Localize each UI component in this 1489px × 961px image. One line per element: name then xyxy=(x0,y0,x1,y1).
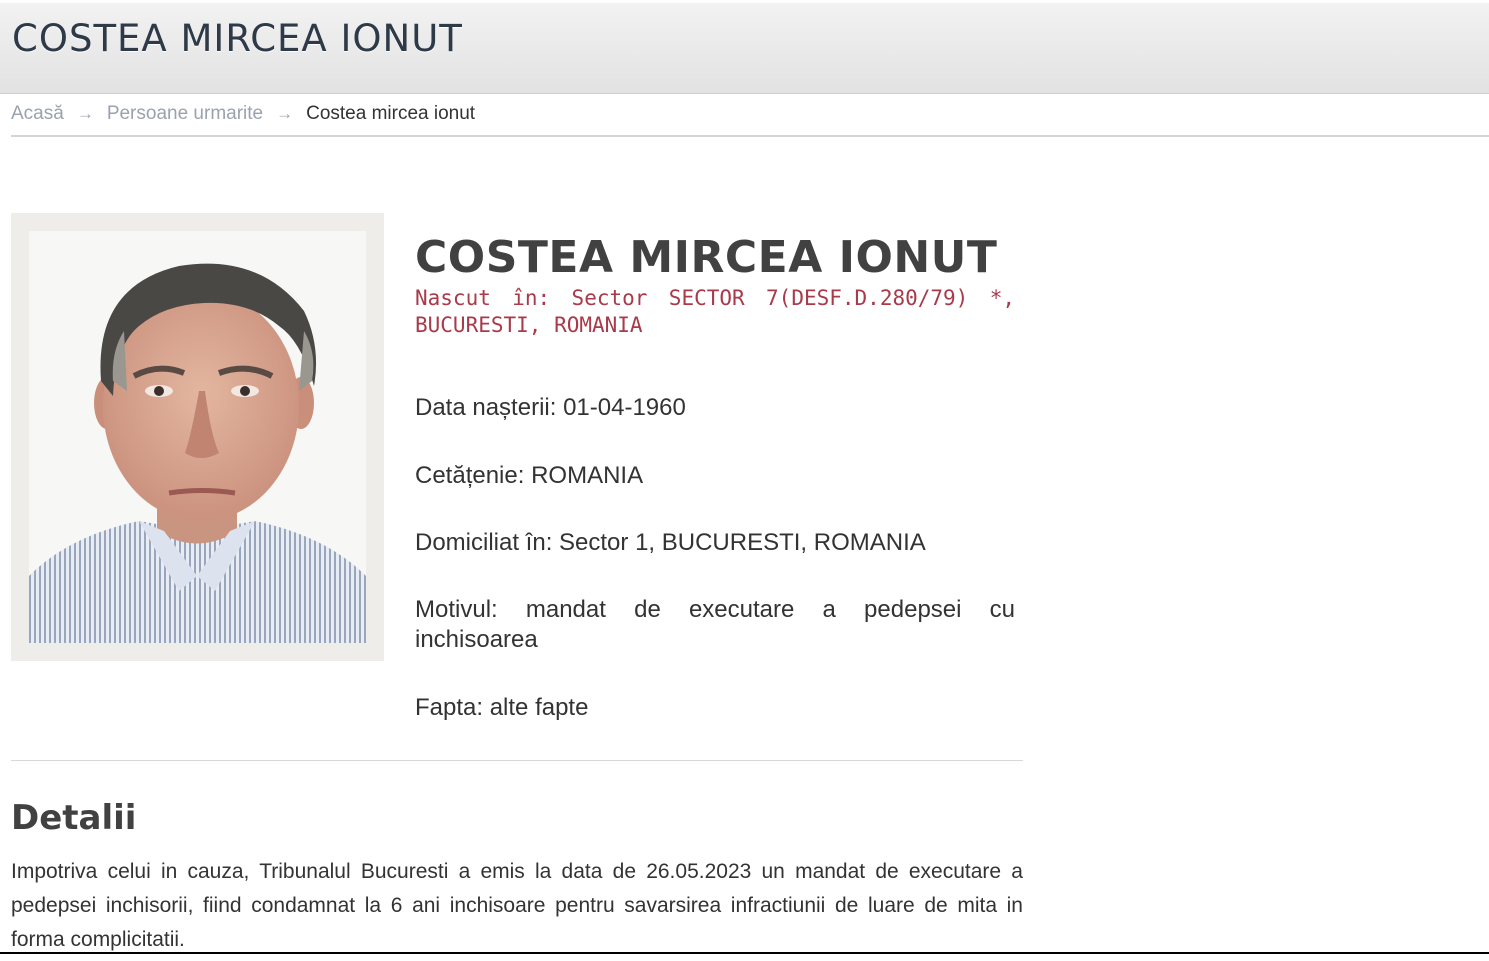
photo-frame xyxy=(11,213,384,661)
deed: Fapta: alte fapte xyxy=(415,694,589,721)
person-photo xyxy=(29,231,366,643)
details-text: Impotriva celui in cauza, Tribunalul Buc… xyxy=(11,860,1023,951)
person-photo-icon xyxy=(29,231,366,643)
arrow-right-icon: → xyxy=(276,104,294,123)
arrow-right-icon: → xyxy=(76,104,94,123)
birth-place: Nascut în: Sector SECTOR 7(DESF.D.280/79… xyxy=(415,286,1015,337)
birth-date: Data nașterii: 01-04-1960 xyxy=(415,394,686,421)
bottom-border xyxy=(0,952,1489,954)
divider xyxy=(11,760,1023,761)
details-title: Detalii xyxy=(11,798,137,838)
person-header: COSTEA MIRCEA IONUT Nascut în: Sector SE… xyxy=(415,232,1015,339)
breadcrumb-current: Costea mircea ionut xyxy=(306,103,476,124)
breadcrumb-link-home[interactable]: Acasă xyxy=(11,103,64,125)
domicile: Domiciliat în: Sector 1, BUCURESTI, ROMA… xyxy=(415,529,926,556)
person-name: COSTEA MIRCEA IONUT xyxy=(415,232,998,283)
page-title: COSTEA MIRCEA IONUT xyxy=(12,17,463,60)
breadcrumb: Acasă → Persoane urmarite → Costea mirce… xyxy=(11,103,1489,137)
breadcrumb-link-wanted-persons[interactable]: Persoane urmarite xyxy=(107,103,263,125)
reason: Motivul: mandat de executare a pedepsei … xyxy=(415,596,1015,653)
page-header: COSTEA MIRCEA IONUT xyxy=(0,3,1489,94)
citizenship: Cetățenie: ROMANIA xyxy=(415,462,644,489)
